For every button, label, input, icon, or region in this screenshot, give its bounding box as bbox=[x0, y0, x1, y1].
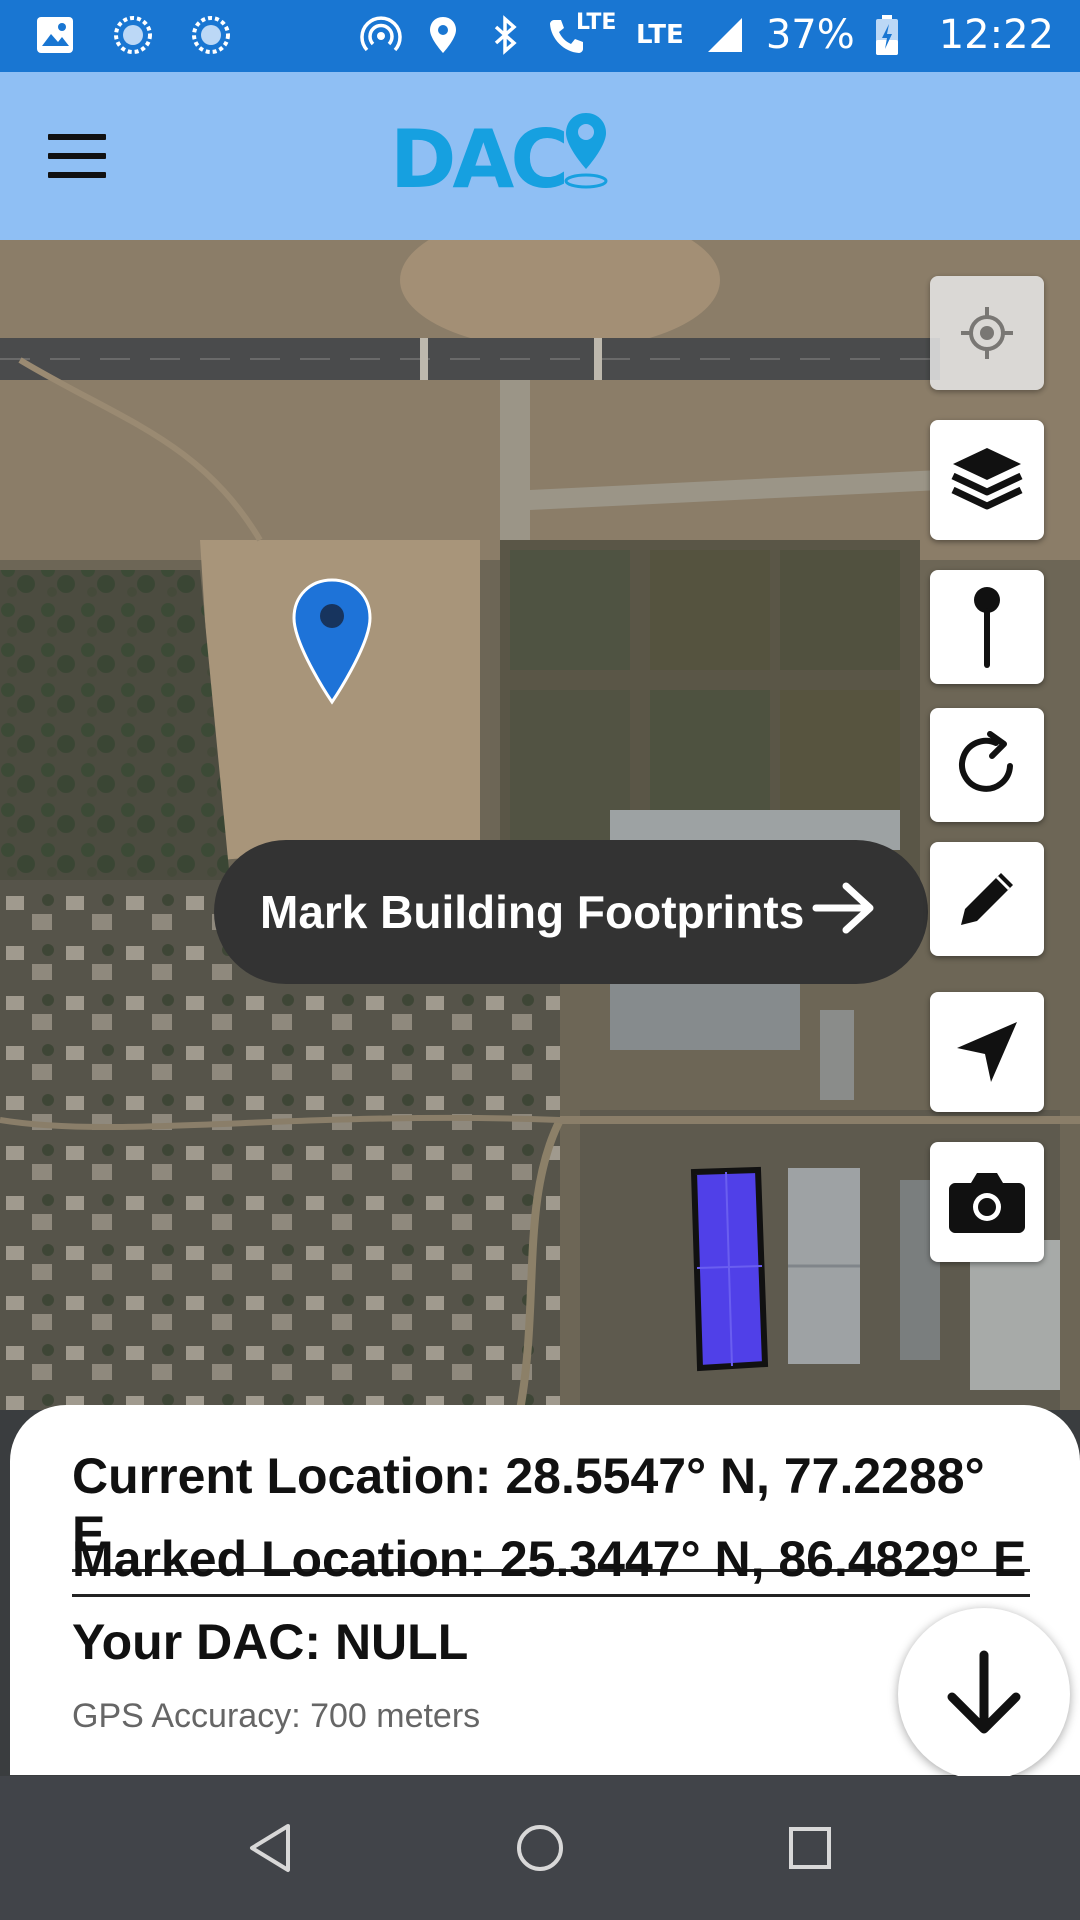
recents-icon[interactable] bbox=[780, 1818, 840, 1878]
app-bar: DAC bbox=[0, 72, 1080, 240]
bluetooth-icon bbox=[494, 15, 517, 55]
gallery-notification-icon bbox=[37, 17, 73, 53]
hotspot-icon bbox=[360, 16, 402, 52]
status-bar: LTE LTE 37% 12:22 bbox=[0, 0, 1080, 72]
camera-button[interactable] bbox=[930, 1142, 1044, 1262]
lte-small-label: LTE bbox=[576, 10, 617, 35]
menu-icon[interactable] bbox=[48, 134, 106, 178]
volte-call-icon: LTE bbox=[546, 10, 616, 60]
banner-label: Mark Building Footprints bbox=[260, 886, 805, 938]
collapse-panel-button[interactable] bbox=[898, 1608, 1070, 1780]
lte-label: LTE bbox=[636, 20, 684, 50]
logo-text: DAC bbox=[390, 113, 569, 206]
battery-percent: 37% bbox=[765, 12, 855, 58]
sync-notification-icon-2 bbox=[192, 16, 230, 54]
gps-target-icon bbox=[961, 307, 1013, 359]
battery-charging-icon bbox=[875, 15, 898, 55]
satellite-imagery bbox=[0, 240, 1080, 1410]
refresh-icon bbox=[959, 731, 1013, 792]
logo-pin-icon bbox=[564, 113, 608, 189]
system-nav-bar bbox=[0, 1776, 1080, 1920]
location-pin-icon[interactable] bbox=[290, 576, 374, 706]
navigate-button[interactable] bbox=[930, 992, 1044, 1112]
layers-icon bbox=[951, 448, 1023, 510]
draw-button[interactable] bbox=[930, 842, 1044, 956]
drop-marker-button[interactable] bbox=[930, 570, 1044, 684]
mark-building-footprints-button[interactable]: Mark Building Footprints bbox=[214, 840, 928, 984]
arrow-down-icon bbox=[947, 1650, 1021, 1734]
your-dac: Your DAC: NULL bbox=[72, 1614, 469, 1670]
layers-button[interactable] bbox=[930, 420, 1044, 540]
marker-icon bbox=[974, 587, 1000, 668]
location-icon bbox=[430, 17, 457, 53]
pencil-icon bbox=[961, 873, 1013, 925]
camera-icon bbox=[949, 1173, 1025, 1233]
satellite-map[interactable]: Mark Building Footprints bbox=[0, 240, 1080, 1410]
sync-notification-icon bbox=[114, 16, 152, 54]
home-icon[interactable] bbox=[510, 1818, 570, 1878]
dac-logo: DAC bbox=[390, 110, 613, 210]
arrow-right-icon bbox=[812, 882, 874, 934]
navigation-icon bbox=[957, 1022, 1017, 1082]
gps-accuracy: GPS Accuracy: 700 meters bbox=[72, 1697, 481, 1735]
signal-icon bbox=[707, 18, 742, 52]
clock: 12:22 bbox=[938, 12, 1054, 58]
marked-location: Marked Location: 25.3447° N, 86.4829° E bbox=[72, 1530, 1030, 1597]
refresh-button[interactable] bbox=[930, 708, 1044, 822]
back-icon[interactable] bbox=[240, 1818, 300, 1878]
gps-target-button[interactable] bbox=[930, 276, 1044, 390]
